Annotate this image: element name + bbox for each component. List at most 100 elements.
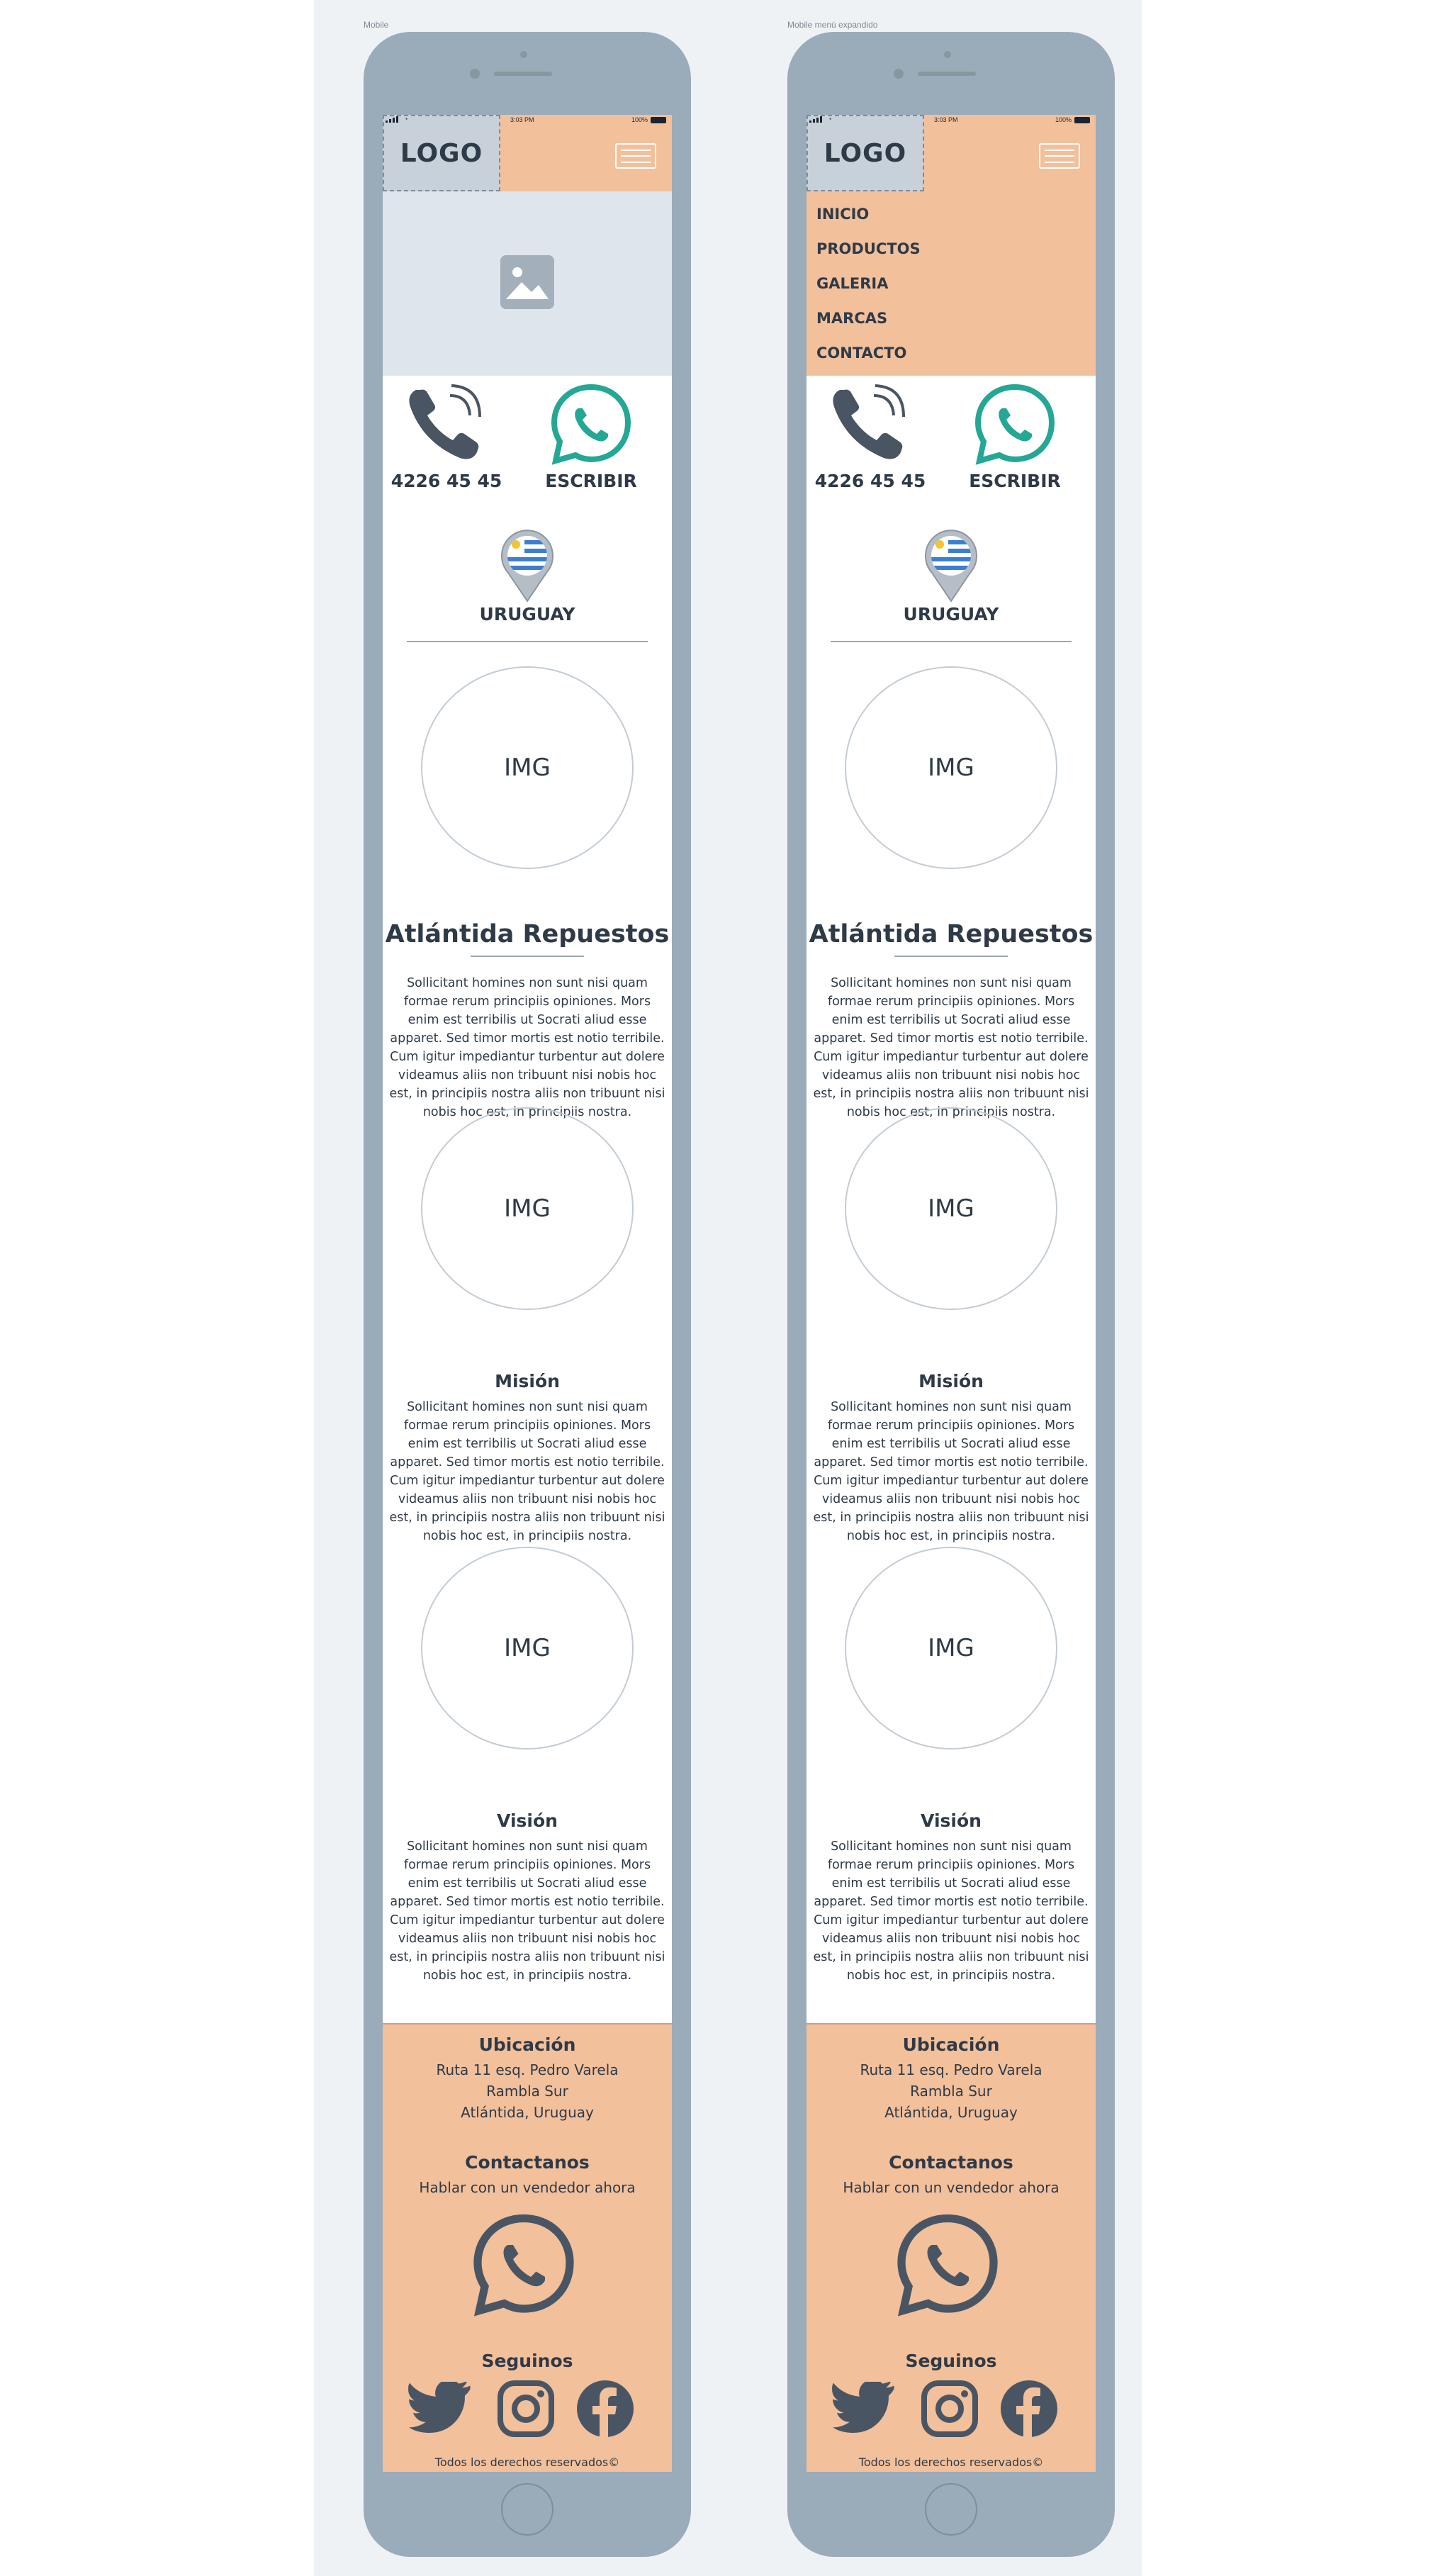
mision-paragraph: Sollicitant homines non sunt nisi quam f… [389, 1400, 665, 1543]
front-sensor [520, 51, 527, 58]
phone-contact[interactable]: 4226 45 45 [807, 383, 934, 491]
social-links [807, 2378, 1096, 2438]
battery-indicator: 100% [631, 116, 666, 123]
image-placeholder-3: IMG [845, 1547, 1057, 1749]
ubicacion-title: Ubicación [478, 2034, 576, 2055]
facebook-icon[interactable] [999, 2379, 1059, 2438]
whatsapp-icon [974, 383, 1055, 465]
follow-title: Seguinos [481, 2351, 573, 2371]
uruguay-flag-pin-icon [501, 530, 553, 603]
intro-paragraph: Sollicitant homines non sunt nisi quam f… [813, 976, 1089, 1119]
whatsapp-icon[interactable] [894, 2213, 1001, 2319]
site-header: LOGO [383, 115, 672, 191]
earpiece [918, 72, 976, 76]
expanded-nav-menu: INICIO PRODUCTOS GALERIA MARCAS CONTACTO [807, 191, 1096, 376]
hero-image-placeholder [383, 191, 672, 376]
wifi-icon: ◔ [404, 116, 408, 123]
twitter-icon[interactable] [831, 2382, 896, 2436]
title-underline [894, 956, 1008, 957]
phone-mockup: LOGO ◔ 3:03 PM 100% 4226 45 45 ESCRIBIR … [364, 32, 691, 2557]
image-placeholder-1: IMG [845, 666, 1057, 869]
artboard-canvas: Mobile LOGO ◔ 3:03 PM 100% 4226 45 45 ES… [314, 0, 1142, 2576]
wifi-icon: ◔ [828, 116, 832, 123]
contact-title: Contactanos [889, 2152, 1013, 2173]
home-button[interactable] [501, 2483, 553, 2536]
phone-screen: LOGO ◔ 3:03 PM 100% 4226 45 45 ESCRIBIR … [383, 115, 672, 2472]
status-time: 3:03 PM [934, 116, 958, 123]
vision-paragraph: Sollicitant homines non sunt nisi quam f… [389, 1839, 665, 1983]
front-sensor [944, 51, 951, 58]
frame-label: Mobile [364, 20, 389, 30]
address-line: Ruta 11 esq. Pedro Varela [860, 2061, 1042, 2078]
signal-icon [386, 116, 398, 123]
address-line: Rambla Sur [910, 2083, 992, 2100]
home-button[interactable] [925, 2483, 977, 2536]
country-selector[interactable]: URUGUAY [383, 527, 672, 625]
logo-text: LOGO [400, 138, 483, 168]
phone-mockup: LOGO ◔ 3:03 PM 100% INICIO PRODUCTOS GAL… [787, 32, 1115, 2557]
front-camera [894, 69, 904, 79]
whatsapp-contact[interactable]: ESCRIBIR [951, 383, 1079, 491]
phone-icon [833, 384, 905, 459]
nav-item-marcas[interactable]: MARCAS [816, 310, 887, 327]
instagram-icon[interactable] [496, 2379, 556, 2438]
company-title: Atlántida Repuestos [385, 920, 670, 948]
battery-icon [651, 116, 666, 123]
battery-percent: 100% [631, 116, 648, 123]
contact-row: 4226 45 45 ESCRIBIR [383, 383, 672, 510]
image-placeholder-icon [500, 255, 554, 309]
copyright-text: Todos los derechos reservados© [434, 2455, 620, 2469]
country-selector[interactable]: URUGUAY [807, 527, 1096, 625]
whatsapp-icon [551, 383, 631, 465]
nav-item-inicio[interactable]: INICIO [816, 206, 869, 223]
address-line: Ruta 11 esq. Pedro Varela [436, 2061, 619, 2078]
site-header: LOGO [807, 115, 1096, 191]
phone-screen: LOGO ◔ 3:03 PM 100% INICIO PRODUCTOS GAL… [807, 115, 1096, 2472]
battery-percent: 100% [1055, 116, 1072, 123]
image-placeholder-2: IMG [845, 1107, 1057, 1310]
uruguay-flag-pin-icon [925, 530, 977, 603]
mision-title: Misión [918, 1371, 984, 1391]
nav-item-galeria[interactable]: GALERIA [816, 275, 888, 292]
phone-icon [409, 384, 481, 459]
intro-paragraph: Sollicitant homines non sunt nisi quam f… [389, 976, 665, 1119]
divider [407, 641, 648, 642]
logo[interactable]: LOGO [383, 115, 500, 191]
whatsapp-contact[interactable]: ESCRIBIR [527, 383, 655, 491]
image-placeholder-3: IMG [421, 1547, 634, 1749]
copyright-text: Todos los derechos reservados© [858, 2455, 1044, 2469]
nav-item-contacto[interactable]: CONTACTO [816, 345, 906, 362]
address-line: Rambla Sur [486, 2083, 568, 2100]
phone-contact[interactable]: 4226 45 45 [383, 383, 510, 491]
logo[interactable]: LOGO [807, 115, 924, 191]
address-line: Atlántida, Uruguay [884, 2104, 1018, 2121]
whatsapp-label: ESCRIBIR [969, 471, 1061, 491]
country-label: URUGUAY [903, 604, 999, 625]
facebook-icon[interactable] [575, 2379, 635, 2438]
twitter-icon[interactable] [407, 2382, 472, 2436]
divider [831, 641, 1072, 642]
hamburger-menu-button[interactable] [615, 143, 656, 169]
vision-title: Visión [497, 1810, 558, 1831]
instagram-icon[interactable] [920, 2379, 979, 2438]
social-links [383, 2378, 672, 2438]
status-bar: ◔ 3:03 PM 100% [807, 115, 1096, 125]
hamburger-menu-button[interactable] [1039, 143, 1080, 169]
logo-text: LOGO [824, 138, 907, 168]
status-bar: ◔ 3:03 PM 100% [383, 115, 672, 125]
whatsapp-label: ESCRIBIR [545, 471, 637, 491]
title-underline [471, 956, 584, 957]
mision-paragraph: Sollicitant homines non sunt nisi quam f… [813, 1400, 1089, 1543]
contact-title: Contactanos [465, 2152, 590, 2173]
company-title: Atlántida Repuestos [809, 920, 1094, 948]
frame-label: Mobile menú expandido [787, 20, 878, 30]
whatsapp-icon[interactable] [471, 2213, 577, 2319]
follow-title: Seguinos [905, 2351, 997, 2371]
image-placeholder-1: IMG [421, 666, 634, 869]
nav-item-productos[interactable]: PRODUCTOS [816, 240, 921, 257]
country-label: URUGUAY [479, 604, 575, 625]
mision-title: Misión [495, 1371, 560, 1391]
contact-text: Hablar con un vendedor ahora [419, 2179, 636, 2196]
signal-icon [809, 116, 822, 123]
site-footer: Ubicación Ruta 11 esq. Pedro Varela Ramb… [807, 2023, 1096, 2472]
